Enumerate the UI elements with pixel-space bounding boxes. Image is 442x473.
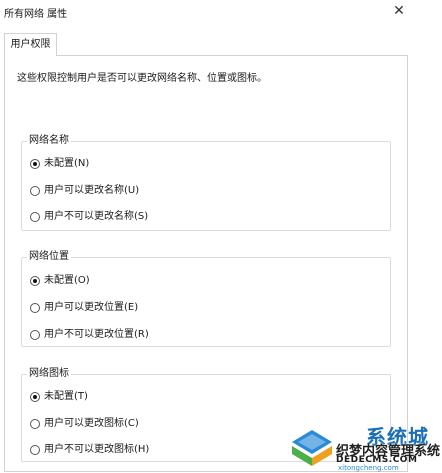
radio-icon[interactable] xyxy=(30,445,40,455)
option-label: 未配置(N) xyxy=(44,158,90,169)
network-location-group-label: 网络位置 xyxy=(27,250,71,264)
option-label: 用户不可以更改名称(S) xyxy=(44,211,149,222)
network-name-option-can-change[interactable]: 用户可以更改名称(U) xyxy=(30,184,139,198)
radio-icon[interactable] xyxy=(30,330,40,340)
option-label: 用户可以更改位置(E) xyxy=(44,302,139,313)
tab-user-permissions[interactable]: 用户权限 xyxy=(4,33,57,56)
radio-selected-icon[interactable] xyxy=(30,276,40,286)
network-name-group-label: 网络名称 xyxy=(27,134,71,148)
option-label: 用户可以更改名称(U) xyxy=(44,185,140,196)
network-location-option-can-change[interactable]: 用户可以更改位置(E) xyxy=(30,301,138,315)
option-label: 未配置(T) xyxy=(44,391,88,402)
radio-selected-icon[interactable] xyxy=(30,159,40,169)
watermark-logo-icon xyxy=(292,430,332,466)
network-location-option-not-configured[interactable]: 未配置(O) xyxy=(30,274,90,288)
title-bar: 所有网络 属性 ✕ xyxy=(0,0,442,24)
option-label: 用户可以更改图标(C) xyxy=(44,418,139,429)
network-name-group: 网络名称 未配置(N) 用户可以更改名称(U) 用户不可以更改名称(S) xyxy=(21,134,391,231)
close-icon[interactable]: ✕ xyxy=(388,0,410,22)
option-label: 未配置(O) xyxy=(44,275,90,286)
radio-selected-icon[interactable] xyxy=(30,392,40,402)
description-text: 这些权限控制用户是否可以更改网络名称、位置或图标。 xyxy=(17,73,267,84)
network-location-option-cannot-change[interactable]: 用户不可以更改位置(R) xyxy=(30,328,149,342)
network-name-option-cannot-change[interactable]: 用户不可以更改名称(S) xyxy=(30,210,148,224)
network-icon-option-can-change[interactable]: 用户可以更改图标(C) xyxy=(30,417,139,431)
option-label: 用户不可以更改位置(R) xyxy=(44,329,149,340)
radio-icon[interactable] xyxy=(30,186,40,196)
network-icon-option-cannot-change[interactable]: 用户不可以更改图标(H) xyxy=(30,443,149,457)
radio-icon[interactable] xyxy=(30,303,40,313)
option-label: 用户不可以更改图标(H) xyxy=(44,444,150,455)
network-location-group: 网络位置 未配置(O) 用户可以更改位置(E) 用户不可以更改位置(R) xyxy=(21,250,391,347)
network-name-option-not-configured[interactable]: 未配置(N) xyxy=(30,157,89,171)
window-title: 所有网络 属性 xyxy=(4,9,68,20)
radio-icon[interactable] xyxy=(30,419,40,429)
radio-icon[interactable] xyxy=(30,212,40,222)
network-icon-option-not-configured[interactable]: 未配置(T) xyxy=(30,390,88,404)
network-icon-group-label: 网络图标 xyxy=(27,367,71,381)
watermark-url-secondary: xitongcheng.com xyxy=(338,464,399,472)
